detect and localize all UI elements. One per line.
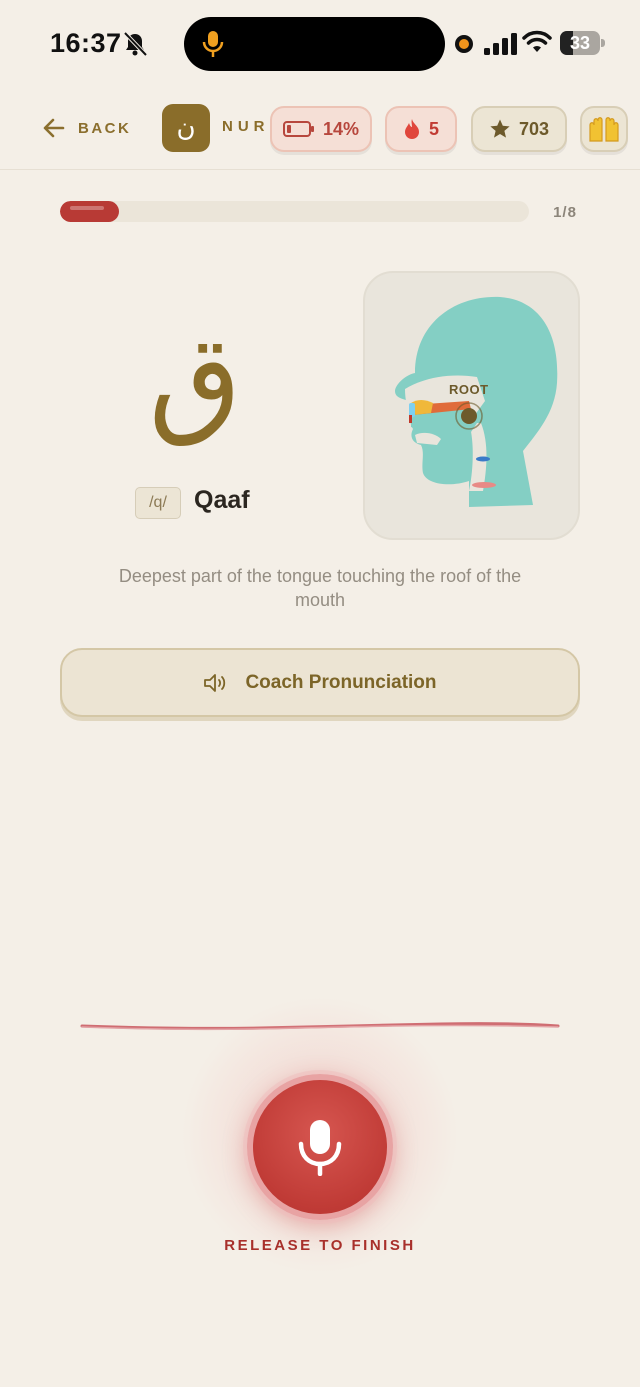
progress-counter: 1/8 bbox=[553, 204, 577, 221]
cellular-signal-icon bbox=[484, 33, 517, 55]
lesson-progress-fill bbox=[60, 201, 119, 222]
release-to-finish-label: RELEASE TO FINISH bbox=[224, 1237, 416, 1254]
hands-pill[interactable] bbox=[580, 106, 628, 152]
articulation-diagram: ROOT bbox=[363, 271, 580, 540]
battery-icon: 33 bbox=[560, 31, 606, 55]
dynamic-island bbox=[184, 17, 445, 71]
battery-low-icon bbox=[282, 121, 314, 137]
ipa-badge: /q/ bbox=[135, 487, 181, 519]
lesson-progress-bar bbox=[60, 201, 529, 222]
articulation-point-label: ROOT bbox=[449, 382, 489, 397]
stars-pill[interactable]: 703 bbox=[471, 106, 567, 152]
status-time: 16:37 bbox=[50, 28, 122, 58]
coach-pronunciation-button[interactable]: Coach Pronunciation bbox=[60, 648, 580, 717]
energy-pill[interactable]: 14% bbox=[270, 106, 372, 152]
microphone-icon bbox=[298, 1120, 342, 1176]
wifi-icon bbox=[522, 30, 552, 52]
status-bar: 16:37 33 bbox=[0, 0, 640, 90]
flame-icon bbox=[404, 119, 419, 139]
brand-name: NUR bbox=[222, 118, 270, 135]
bell-slash-icon bbox=[123, 31, 148, 57]
app-logo: ن bbox=[162, 104, 210, 152]
microphone-icon bbox=[202, 31, 224, 57]
streak-value: 5 bbox=[428, 118, 439, 139]
streak-pill[interactable]: 5 bbox=[385, 106, 457, 152]
speaker-icon bbox=[204, 673, 226, 692]
head-profile-illustration bbox=[395, 296, 558, 507]
top-header: BACK ن NUR 14% 5 703 bbox=[0, 90, 640, 170]
record-button[interactable] bbox=[247, 1074, 393, 1220]
back-label: BACK bbox=[78, 119, 132, 137]
arabic-letter: ق bbox=[148, 310, 242, 449]
recording-dot-icon bbox=[455, 35, 473, 53]
battery-level: 33 bbox=[569, 33, 591, 53]
arrow-left-icon bbox=[43, 118, 65, 138]
back-button[interactable]: BACK bbox=[42, 114, 131, 142]
stars-value: 703 bbox=[518, 118, 550, 139]
coach-pronunciation-label: Coach Pronunciation bbox=[245, 671, 437, 693]
letter-name: Qaaf bbox=[194, 486, 250, 514]
raised-hands-icon bbox=[589, 117, 619, 142]
star-icon bbox=[490, 119, 510, 138]
articulation-description: Deepest part of the tongue touching the … bbox=[118, 566, 522, 610]
energy-value: 14% bbox=[322, 118, 360, 139]
